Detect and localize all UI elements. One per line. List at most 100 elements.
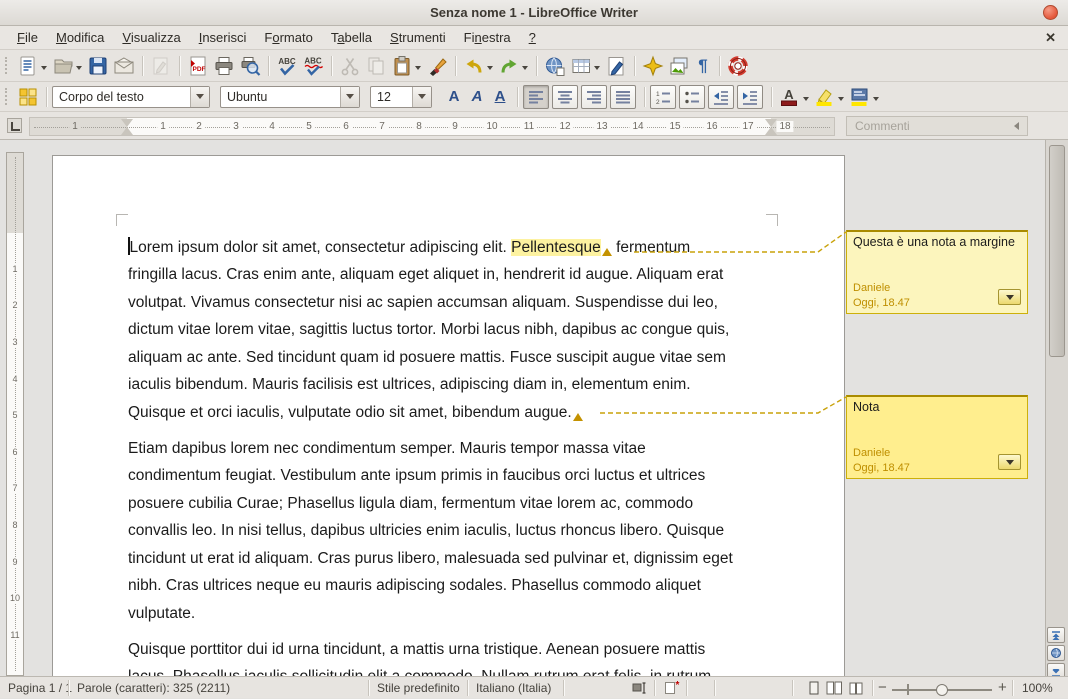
underline-button[interactable]: A: [488, 84, 512, 110]
chevron-down-icon[interactable]: [873, 97, 879, 104]
align-justify-button[interactable]: [610, 85, 636, 109]
copy-button[interactable]: [363, 53, 389, 79]
note-text[interactable]: Questa è una nota a margine: [853, 235, 1015, 249]
print-preview-button[interactable]: [237, 53, 263, 79]
comment-anchor-icon[interactable]: [573, 413, 583, 421]
navigator-button[interactable]: [640, 53, 666, 79]
font-size-combo[interactable]: 12: [370, 86, 432, 108]
font-color-button[interactable]: A: [777, 84, 812, 110]
menu-finestra[interactable]: Finestra: [455, 28, 520, 47]
menu-formato[interactable]: Formato: [255, 28, 321, 47]
hyperlink-button[interactable]: [542, 53, 568, 79]
tab-stop-selector[interactable]: [7, 118, 22, 133]
zoom-out-button[interactable]: −: [878, 679, 887, 696]
formatting-marks-button[interactable]: ¶: [692, 53, 714, 79]
comments-toggle-button[interactable]: Commenti: [846, 116, 1028, 136]
ordered-list-button[interactable]: 12: [650, 85, 676, 109]
document-text-line[interactable]: lacus. Phasellus iaculis sollicitudin el…: [128, 663, 711, 676]
insert-table-button[interactable]: [568, 53, 603, 79]
document-text-line[interactable]: aliquam ac ante. Sed tincidunt quam id p…: [128, 344, 726, 372]
language-field[interactable]: Italiano (Italia): [476, 681, 551, 695]
toolbar-handle[interactable]: [5, 88, 9, 105]
combo-dropdown-button[interactable]: [412, 87, 431, 107]
single-page-view-button[interactable]: [806, 680, 822, 699]
italic-button[interactable]: A: [466, 84, 488, 110]
chevron-down-icon[interactable]: [487, 66, 493, 73]
highlight-color-button[interactable]: [812, 84, 847, 110]
indent-marker-right[interactable]: [765, 119, 777, 127]
document-text-line[interactable]: dictum vitae lorem vitae, sagittis luctu…: [128, 316, 729, 344]
next-page-button[interactable]: [1047, 663, 1065, 676]
note-menu-button[interactable]: [998, 454, 1021, 470]
document-text-line[interactable]: vulputate.: [128, 600, 195, 628]
margin-note[interactable]: Nota Daniele Oggi, 18.47: [846, 395, 1028, 479]
page-count-field[interactable]: Pagina 1 / 1: [8, 681, 72, 695]
chevron-down-icon[interactable]: [803, 97, 809, 104]
selection-mode-button[interactable]: *: [664, 680, 680, 699]
document-text-line[interactable]: tincidunt ut erat id aliquam. Cras purus…: [128, 545, 733, 573]
document-text-line[interactable]: Quisque porttitor dui id urna tincidunt,…: [128, 636, 705, 664]
paragraph-background-button[interactable]: [847, 84, 882, 110]
chevron-down-icon[interactable]: [76, 66, 82, 73]
menu-inserisci[interactable]: Inserisci: [190, 28, 256, 47]
document-text-line[interactable]: posuere cubilia Curae; Phasellus ligula …: [128, 490, 693, 518]
undo-button[interactable]: [461, 53, 496, 79]
combo-dropdown-button[interactable]: [340, 87, 359, 107]
vertical-scrollbar[interactable]: [1045, 140, 1068, 676]
redo-button[interactable]: [496, 53, 531, 79]
chevron-down-icon[interactable]: [415, 66, 421, 73]
document-page[interactable]: Lorem ipsum dolor sit amet, consectetur …: [52, 155, 845, 676]
export-pdf-button[interactable]: PDF: [185, 53, 211, 79]
document-text-line[interactable]: nibh. Cras ultrices neque eu mauris adip…: [128, 572, 701, 600]
indent-marker-right[interactable]: [765, 127, 777, 135]
chevron-down-icon[interactable]: [41, 66, 47, 73]
increase-indent-button[interactable]: [737, 85, 763, 109]
menu-strumenti[interactable]: Strumenti: [381, 28, 455, 47]
open-button[interactable]: [50, 53, 85, 79]
font-name-combo[interactable]: Ubuntu: [220, 86, 360, 108]
window-close-button[interactable]: [1043, 5, 1058, 20]
menu-file[interactable]: File: [8, 28, 47, 47]
indent-marker-left[interactable]: [121, 119, 133, 127]
document-text-line[interactable]: iaculis bibendum. Mauris facilisis est u…: [128, 371, 691, 399]
page-style-field[interactable]: Stile predefinito: [377, 681, 460, 695]
previous-page-button[interactable]: [1047, 627, 1065, 643]
margin-note[interactable]: Questa è una nota a margine Daniele Oggi…: [846, 230, 1028, 314]
unordered-list-button[interactable]: [679, 85, 705, 109]
email-button[interactable]: [111, 53, 137, 79]
new-document-button[interactable]: [15, 53, 50, 79]
chevron-down-icon[interactable]: [594, 66, 600, 73]
save-button[interactable]: [85, 53, 111, 79]
comment-anchor-highlight[interactable]: Pellentesque: [511, 239, 601, 256]
document-text-line[interactable]: condimentum feugiat. Vestibulum ante ips…: [128, 462, 705, 490]
menu-modifica[interactable]: Modifica: [47, 28, 113, 47]
word-count-field[interactable]: Parole (caratteri): 325 (2211): [77, 681, 230, 695]
note-text[interactable]: Nota: [853, 400, 879, 414]
clone-formatting-button[interactable]: [424, 53, 450, 79]
gallery-button[interactable]: [666, 53, 692, 79]
document-close-icon[interactable]: ✕: [1045, 30, 1056, 46]
scrollbar-thumb[interactable]: [1049, 145, 1065, 357]
align-center-button[interactable]: [552, 85, 578, 109]
spelling-button[interactable]: ABC: [274, 53, 300, 79]
book-view-button[interactable]: [848, 680, 864, 699]
menu-tabella[interactable]: Tabella: [322, 28, 381, 47]
draw-functions-button[interactable]: [603, 53, 629, 79]
indent-marker-left[interactable]: [121, 127, 133, 135]
auto-spellcheck-button[interactable]: ABC: [300, 53, 326, 79]
combo-dropdown-button[interactable]: [190, 87, 209, 107]
multi-page-view-button[interactable]: [826, 680, 842, 699]
align-right-button[interactable]: [581, 85, 607, 109]
paste-button[interactable]: [389, 53, 424, 79]
insert-mode-button[interactable]: [632, 680, 648, 699]
help-button[interactable]: [725, 53, 751, 79]
print-button[interactable]: [211, 53, 237, 79]
zoom-level-field[interactable]: 100%: [1022, 681, 1053, 695]
bold-button[interactable]: A: [442, 84, 466, 110]
menu-help[interactable]: ?: [520, 28, 545, 47]
align-left-button[interactable]: [523, 85, 549, 109]
menu-visualizza[interactable]: Visualizza: [113, 28, 189, 47]
document-text-line[interactable]: Lorem ipsum dolor sit amet, consectetur …: [128, 234, 690, 262]
cut-button[interactable]: [337, 53, 363, 79]
document-text-line[interactable]: volutpat. Vivamus consectetur nisi ac sa…: [128, 289, 718, 317]
